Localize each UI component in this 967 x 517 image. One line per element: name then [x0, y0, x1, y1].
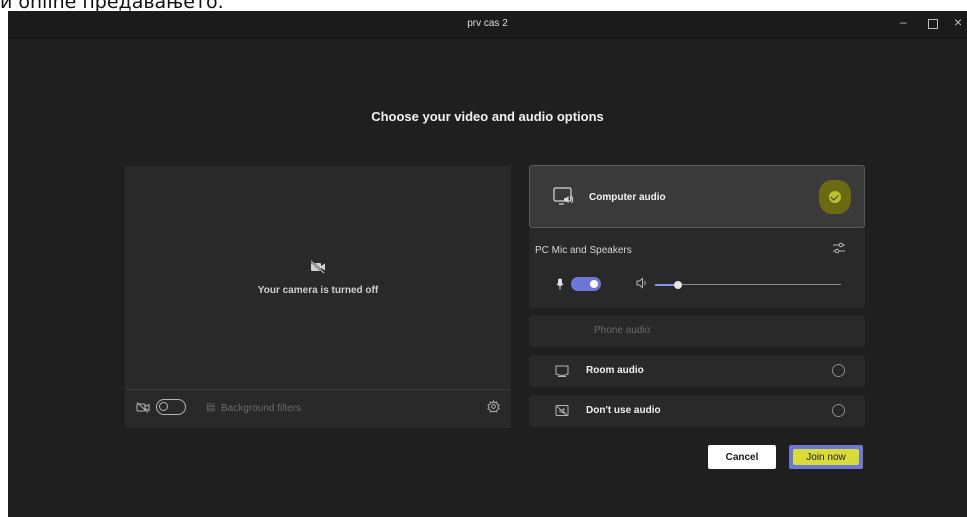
- camera-off-message: Your camera is turned off: [257, 285, 379, 296]
- room-audio-radio[interactable]: [832, 364, 845, 377]
- device-settings-panel: PC Mic and Speakers: [529, 228, 865, 308]
- join-now-label: Join now: [806, 451, 846, 463]
- preview-divider: [125, 389, 511, 390]
- microphone-toggle[interactable]: [571, 277, 601, 291]
- sliders-icon[interactable]: [832, 242, 846, 254]
- join-now-button[interactable]: Join now: [789, 445, 863, 469]
- page-heading: Choose your video and audio options: [371, 109, 604, 124]
- computer-audio-option[interactable]: Computer audio: [529, 165, 865, 228]
- title-bar: prv cas 2 – ×: [8, 11, 967, 39]
- microphone-toggle-knob: [590, 280, 598, 288]
- pre-join-window: prv cas 2 – × Choose your video and audi…: [8, 11, 967, 517]
- speaker-volume-thumb[interactable]: [674, 281, 682, 289]
- camera-toggle[interactable]: [156, 399, 186, 415]
- video-preview: Your camera is turned off ▤ Background f…: [125, 166, 511, 428]
- minimize-button[interactable]: –: [900, 15, 907, 29]
- cancel-button[interactable]: Cancel: [708, 445, 776, 469]
- close-button[interactable]: ×: [954, 14, 962, 30]
- window-title: prv cas 2: [467, 18, 508, 29]
- phone-audio-label: Phone audio: [594, 325, 651, 336]
- background-filters-button[interactable]: Background filters: [221, 403, 301, 414]
- speaker-volume-track[interactable]: [682, 284, 841, 285]
- background-filters-icon: ▤: [206, 402, 216, 413]
- monitor-speaker-icon: [553, 187, 574, 205]
- no-audio-option[interactable]: Don't use audio: [529, 395, 865, 427]
- gear-icon[interactable]: [487, 400, 500, 413]
- room-audio-option[interactable]: Room audio: [529, 355, 865, 387]
- computer-audio-label: Computer audio: [589, 192, 666, 203]
- microphone-icon: [556, 278, 564, 290]
- device-label: PC Mic and Speakers: [535, 245, 632, 256]
- no-audio-radio[interactable]: [832, 404, 845, 417]
- camera-off-icon: [310, 260, 325, 274]
- camera-toggle-knob: [159, 402, 168, 411]
- room-audio-label: Room audio: [586, 365, 644, 376]
- no-audio-icon: [555, 405, 569, 416]
- room-display-icon: [555, 365, 569, 377]
- speaker-icon: [636, 277, 646, 289]
- video-off-icon: [136, 402, 150, 413]
- check-icon: [829, 191, 841, 203]
- no-audio-label: Don't use audio: [586, 405, 661, 416]
- maximize-button[interactable]: [928, 19, 938, 29]
- phone-audio-option: Phone audio: [529, 315, 865, 347]
